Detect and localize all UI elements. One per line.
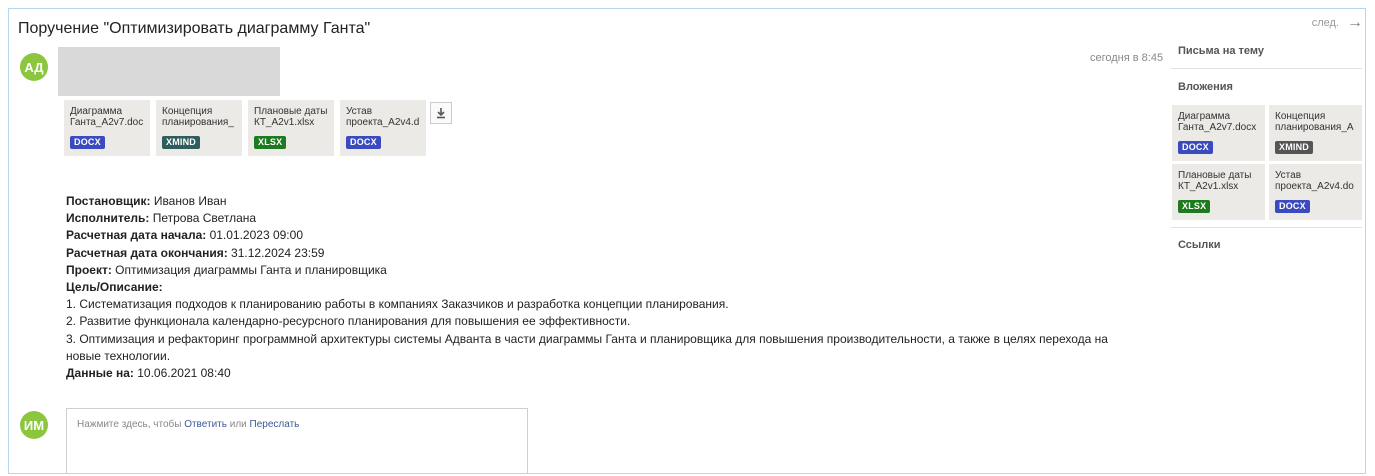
description-line: 1. Систематизация подходов к планировани… [66, 297, 729, 312]
sender-avatar: АД [20, 53, 48, 81]
field-label: Цель/Описание: [66, 280, 163, 295]
field-value: Петрова Светлана [149, 211, 257, 226]
attachment-name: Устав проекта_A2v4.do [1275, 170, 1354, 192]
field-value: Оптимизация диаграммы Ганта и планировщи… [111, 262, 387, 277]
field-label: Постановщик: [66, 194, 151, 208]
attachment-item[interactable]: Плановые даты КТ_A2v1.xlsx XLSX [248, 100, 334, 156]
field-label: Расчетная дата начала: [66, 228, 207, 243]
reply-input[interactable]: Нажмите здесь, чтобы Ответить или Пересл… [66, 408, 528, 474]
attachment-item[interactable]: Диаграмма Ганта_A2v7.doc DOCX [64, 100, 150, 156]
file-type-badge: XMIND [1275, 141, 1313, 154]
field-value: 01.01.2023 09:00 [206, 228, 303, 243]
attachment-item[interactable]: Устав проекта_A2v4.d DOCX [340, 100, 426, 156]
field-label: Исполнитель: [66, 211, 150, 226]
field-value: 31.12.2024 23:59 [227, 245, 325, 260]
field-label: Данные на: [66, 366, 134, 381]
attachment-name: Устав проекта_A2v4.d [346, 106, 420, 128]
arrow-right-icon: → [1347, 14, 1363, 31]
next-label: след. [1311, 17, 1339, 29]
file-type-badge: DOCX [1178, 141, 1213, 154]
sidebar-attachment-item[interactable]: Плановые даты КТ_A2v1.xlsx XLSX [1172, 164, 1265, 220]
attachment-item[interactable]: Концепция планирования_ XMIND [156, 100, 242, 156]
field-row: Постановщик: Иванов Иван [66, 193, 1126, 210]
file-type-badge: XLSX [1178, 200, 1211, 213]
field-row: Данные на: 10.06.2021 08:40 [66, 365, 1126, 382]
sidebar-attachment-item[interactable]: Концепция планирования_A XMIND [1269, 105, 1362, 161]
field-row: Расчетная дата окончания: 31.12.2024 23:… [66, 245, 1126, 262]
reply-or: или [226, 419, 250, 430]
field-label: Расчетная дата окончания: [66, 245, 228, 260]
file-type-badge: DOCX [1275, 200, 1310, 213]
forward-link[interactable]: Переслать [250, 419, 300, 430]
attachment-name: Концепция планирования_A [1275, 111, 1354, 133]
attachment-name: Диаграмма Ганта_A2v7.docx [1178, 111, 1257, 133]
field-row: Расчетная дата начала: 01.01.2023 09:00 [66, 227, 1126, 244]
file-type-badge: DOCX [346, 136, 381, 149]
download-icon [437, 108, 445, 119]
divider [1170, 68, 1362, 69]
attachments-list: Диаграмма Ганта_A2v7.doc DOCX Концепция … [64, 100, 426, 156]
field-row: Исполнитель: Петрова Светлана [66, 210, 1126, 227]
threads-title[interactable]: Письма на тему [1178, 45, 1264, 57]
attachment-name: Диаграмма Ганта_A2v7.doc [70, 106, 144, 128]
attachment-name: Плановые даты КТ_A2v1.xlsx [1178, 170, 1252, 192]
file-type-badge: XMIND [162, 136, 200, 149]
description-line: 3. Оптимизация и рефакторинг программной… [66, 331, 1108, 363]
download-all-button[interactable] [430, 102, 452, 124]
next-message-link[interactable]: след. → [1312, 14, 1363, 32]
message-body: Постановщик: Иванов Иван Исполнитель: Пе… [66, 193, 1126, 382]
description-line: 2. Развитие функционала календарно-ресур… [66, 314, 631, 329]
field-value: Иванов Иван [150, 194, 227, 208]
field-value: 10.06.2021 08:40 [133, 366, 231, 381]
divider [1170, 227, 1362, 228]
sidebar-attachment-item[interactable]: Диаграмма Ганта_A2v7.docx DOCX [1172, 105, 1265, 161]
page-title: Поручение "Оптимизировать диаграмму Гант… [18, 20, 371, 37]
user-avatar: ИМ [20, 411, 48, 439]
message-timestamp: сегодня в 8:45 [1090, 52, 1164, 64]
attachments-title: Вложения [1178, 81, 1233, 93]
sender-redacted [58, 47, 280, 96]
file-type-badge: DOCX [70, 136, 105, 149]
reply-link[interactable]: Ответить [184, 419, 227, 430]
field-row: Проект: Оптимизация диаграммы Ганта и пл… [66, 262, 1126, 279]
field-label: Проект: [66, 262, 112, 277]
reply-prompt: Нажмите здесь, чтобы [77, 419, 185, 430]
links-title: Ссылки [1178, 239, 1221, 251]
sidebar-attachment-item[interactable]: Устав проекта_A2v4.do DOCX [1269, 164, 1362, 220]
attachment-name: Концепция планирования_ [162, 106, 234, 128]
file-type-badge: XLSX [254, 136, 287, 149]
attachment-name: Плановые даты КТ_A2v1.xlsx [254, 106, 328, 128]
field-row: Цель/Описание: [66, 279, 1126, 296]
